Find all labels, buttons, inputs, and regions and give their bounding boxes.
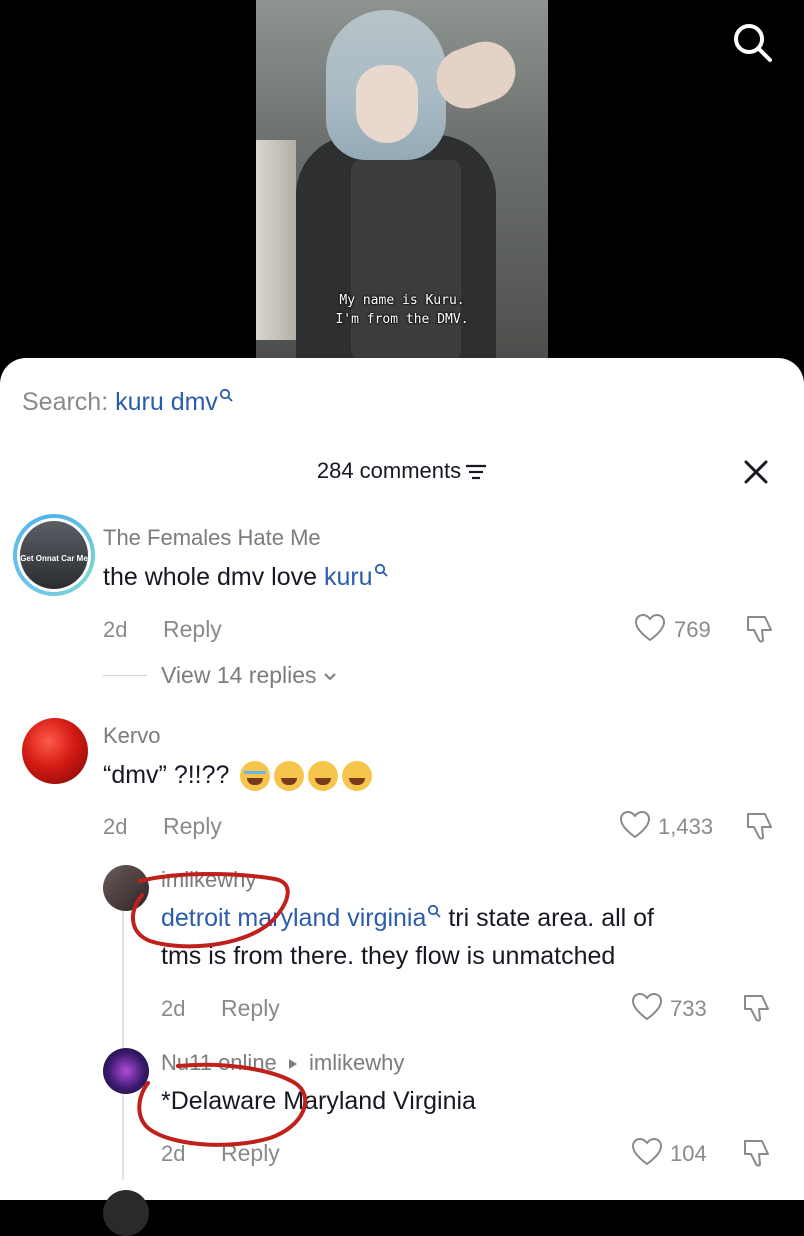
search-icon bbox=[219, 388, 233, 402]
laughing-face-icon bbox=[274, 761, 305, 792]
comment-count: 284 comments bbox=[316, 458, 462, 483]
reply-button[interactable]: Reply bbox=[163, 813, 222, 840]
heart-icon[interactable] bbox=[632, 993, 662, 1021]
comments-header: 284 comments bbox=[0, 458, 804, 484]
reply-text-line-2: tms is from there. they flow is unmatche… bbox=[161, 942, 616, 970]
person-vest bbox=[351, 160, 461, 358]
search-icon bbox=[428, 904, 442, 918]
search-icon bbox=[374, 563, 388, 577]
heart-icon[interactable] bbox=[620, 811, 650, 839]
heart-icon[interactable] bbox=[632, 1138, 662, 1166]
search-suggestion[interactable]: Search: kuru dmv bbox=[22, 388, 233, 417]
sort-filter-icon[interactable] bbox=[465, 464, 487, 480]
video-subtitle-line-1: My name is Kuru. bbox=[339, 293, 465, 308]
crying-face-icon bbox=[240, 761, 271, 792]
video-frame[interactable]: My name is Kuru. I'm from the DMV. bbox=[256, 0, 548, 358]
video-subtitle-line-2: I'm from the DMV. bbox=[335, 312, 469, 327]
reply-search-link[interactable]: detroit maryland virginia bbox=[161, 904, 426, 932]
reply-text-plain: tri state area. all of bbox=[441, 904, 655, 932]
reply-to-user[interactable]: imlikewhy bbox=[309, 1050, 404, 1075]
avatar[interactable]: Get Onnat Car Me bbox=[13, 514, 95, 596]
laughing-face-icon bbox=[308, 761, 339, 792]
reply-author-row: Nu11 online imlikewhy bbox=[161, 1050, 404, 1076]
dislike-icon[interactable] bbox=[742, 993, 772, 1023]
reply-age: 2d bbox=[161, 1141, 186, 1166]
like-count: 733 bbox=[670, 996, 707, 1021]
reply-button[interactable]: Reply bbox=[221, 1140, 280, 1167]
laughing-face-icon bbox=[342, 761, 373, 792]
comment-age: 2d bbox=[103, 617, 128, 642]
comment-search-link[interactable]: kuru bbox=[324, 563, 373, 591]
comment-text-plain: the whole dmv love bbox=[103, 563, 324, 591]
comments-sheet: Search: kuru dmv 284 comments Get Onnat … bbox=[0, 358, 804, 1236]
reply-age: 2d bbox=[161, 996, 186, 1021]
thread-line bbox=[122, 900, 124, 1180]
reply-text-line-1: detroit maryland virginia tri state area… bbox=[161, 904, 654, 933]
avatar-text: Get Onnat Car Me bbox=[20, 554, 88, 563]
video-player[interactable]: My name is Kuru. I'm from the DMV. bbox=[0, 0, 804, 380]
reply-author[interactable]: Nu11 online bbox=[161, 1050, 277, 1075]
avatar[interactable] bbox=[103, 865, 149, 911]
clothes-rack bbox=[256, 140, 296, 340]
avatar[interactable] bbox=[22, 718, 88, 784]
reply-button[interactable]: Reply bbox=[163, 616, 222, 643]
heart-icon[interactable] bbox=[635, 614, 665, 642]
dislike-icon[interactable] bbox=[745, 614, 775, 644]
view-replies-label: View 14 replies bbox=[161, 662, 317, 688]
reply-text: *Delaware Maryland Virginia bbox=[161, 1087, 476, 1115]
avatar[interactable] bbox=[103, 1048, 149, 1094]
comment-age: 2d bbox=[103, 814, 128, 839]
comment-text: “dmv” ?!!?? bbox=[103, 761, 373, 792]
comment-text: the whole dmv love kuru bbox=[103, 563, 388, 592]
comment-author[interactable]: Kervo bbox=[103, 723, 160, 749]
chevron-down-icon bbox=[324, 673, 336, 681]
search-label: Search: bbox=[22, 388, 109, 416]
play-arrow-icon bbox=[288, 1059, 297, 1070]
like-count: 1,433 bbox=[658, 814, 714, 839]
person-face bbox=[356, 65, 418, 143]
view-replies-button[interactable]: View 14 replies bbox=[161, 662, 337, 689]
close-icon[interactable] bbox=[742, 458, 770, 486]
dislike-icon[interactable] bbox=[742, 1138, 772, 1168]
dislike-icon[interactable] bbox=[745, 811, 775, 841]
reply-author[interactable]: imlikewhy bbox=[161, 867, 256, 893]
search-icon[interactable] bbox=[730, 20, 774, 64]
like-count: 104 bbox=[670, 1141, 707, 1166]
divider bbox=[103, 675, 147, 676]
comment-author[interactable]: The Females Hate Me bbox=[103, 525, 321, 551]
reply-button[interactable]: Reply bbox=[221, 995, 280, 1022]
search-query[interactable]: kuru dmv bbox=[115, 388, 218, 416]
avatar[interactable] bbox=[103, 1190, 149, 1236]
comment-text-plain: “dmv” ?!!?? bbox=[103, 761, 237, 789]
like-count: 769 bbox=[674, 617, 711, 642]
